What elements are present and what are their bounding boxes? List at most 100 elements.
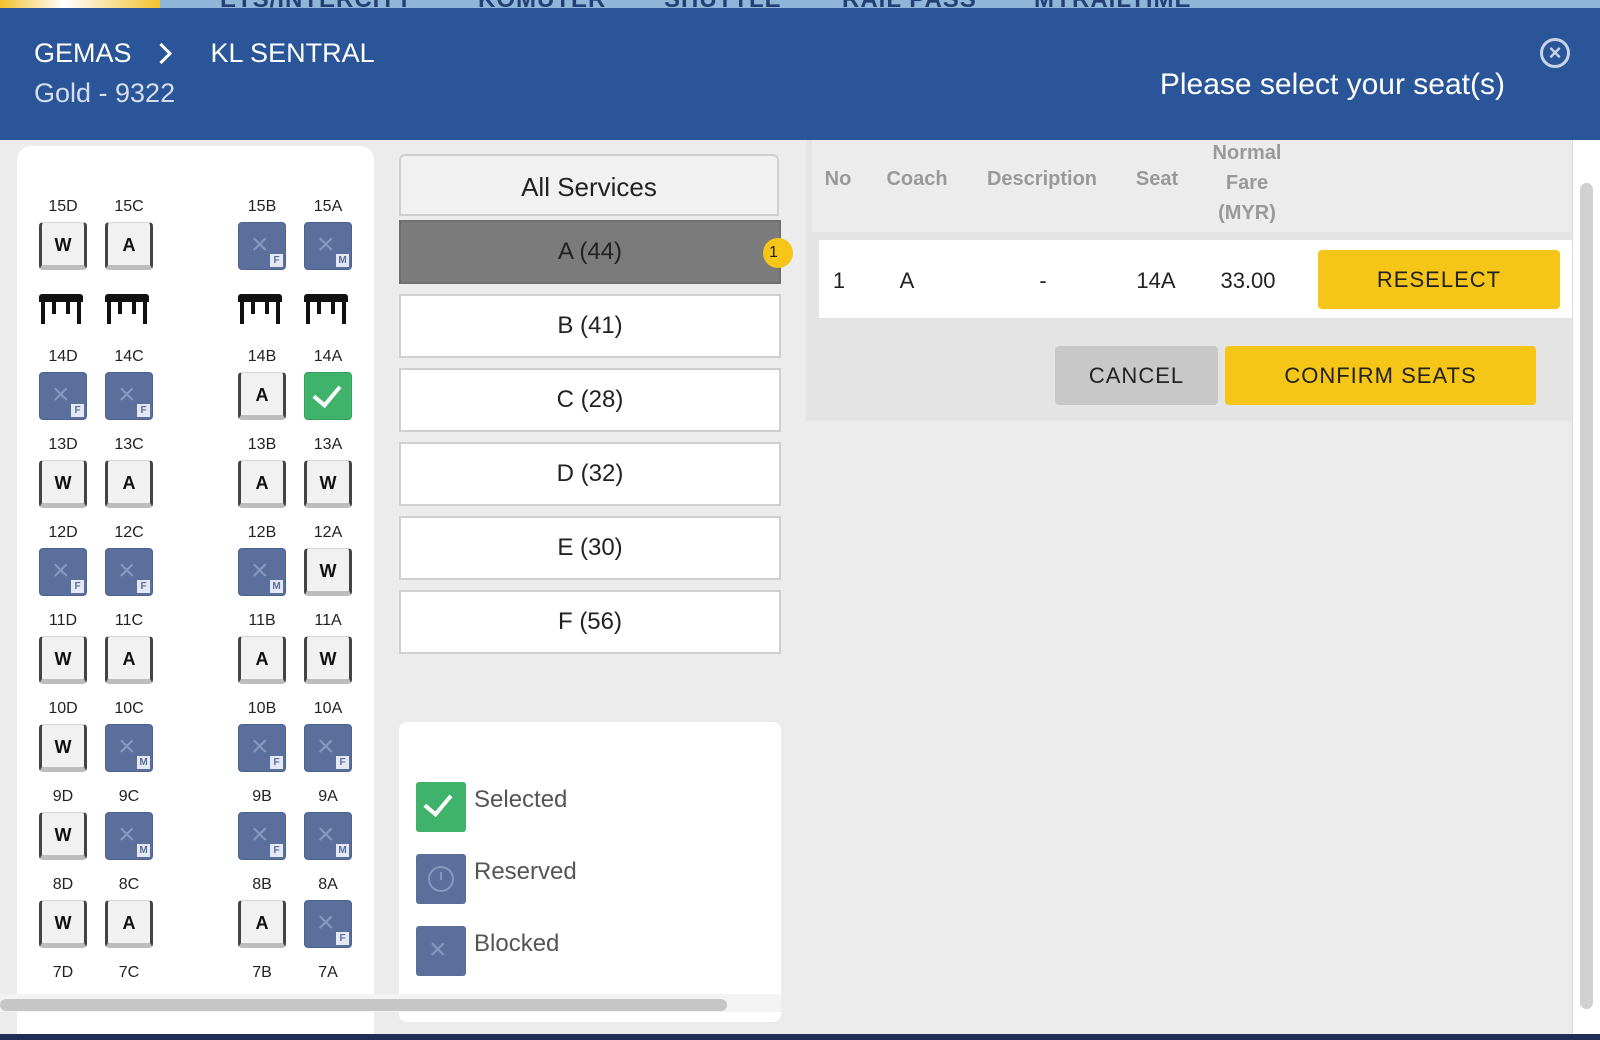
legend-reserved-label: Reserved <box>474 858 577 885</box>
seat-9b: × F <box>238 812 286 860</box>
seat-label-9c: 9C <box>118 788 140 805</box>
seat-11b[interactable]: A <box>238 636 286 684</box>
seat-gender-tag: F <box>137 404 150 417</box>
seat-12b: × M <box>238 548 286 596</box>
seat-label-11a: 11A <box>314 612 342 629</box>
seat-label-11b: 11B <box>248 612 276 629</box>
legend-blocked-label: Blocked <box>474 930 560 957</box>
seat-label-11c: 11C <box>114 612 144 629</box>
seat-8c[interactable]: A <box>105 900 153 948</box>
seat-8d[interactable]: W <box>39 900 87 948</box>
confirm-seats-button[interactable]: CONFIRM SEATS <box>1225 346 1536 405</box>
seat-15c[interactable]: A <box>105 222 153 270</box>
summary-table-header: No Coach Description Seat Normal Fare (M… <box>812 140 1572 232</box>
coach-e-button[interactable]: E (30) <box>399 516 781 580</box>
seat-label-12c: 12C <box>114 524 144 541</box>
cross-icon: × <box>317 818 335 851</box>
seat-label-12b: 12B <box>247 524 277 541</box>
route: GEMAS KL SENTRAL <box>34 38 375 69</box>
seat-gender-tag: F <box>336 932 349 945</box>
clock-icon <box>416 854 466 904</box>
seat-9a: × M <box>304 812 352 860</box>
seat-10c: × M <box>105 724 153 772</box>
seat-label-10c: 10C <box>114 700 144 717</box>
col-seat: Seat <box>1135 168 1179 190</box>
col-fare-line-1: Normal <box>1212 142 1282 164</box>
vertical-scrollbar[interactable] <box>1580 183 1593 1009</box>
seat-13a[interactable]: W <box>304 460 352 508</box>
seat-gender-tag: F <box>270 756 283 769</box>
seat-gender-tag: F <box>137 580 150 593</box>
seat-11d[interactable]: W <box>39 636 87 684</box>
seat-label-15d: 15D <box>48 198 78 215</box>
seat-13b[interactable]: A <box>238 460 286 508</box>
seat-label-10b: 10B <box>247 700 277 717</box>
nav-ets-intercity[interactable]: ETS/INTERCITY <box>220 0 413 8</box>
cross-icon: × <box>317 730 335 763</box>
nav-komuter[interactable]: KOMUTER <box>478 0 606 8</box>
seat-label-10a: 10A <box>313 700 343 717</box>
seat-11c[interactable]: A <box>105 636 153 684</box>
coach-f-button[interactable]: F (56) <box>399 590 781 654</box>
seat-14c: × F <box>105 372 153 420</box>
coach-d-button[interactable]: D (32) <box>399 442 781 506</box>
seat-label-8c: 8C <box>118 876 140 893</box>
seat-13c[interactable]: A <box>105 460 153 508</box>
seat-label-13a: 13A <box>313 436 343 453</box>
seat-9d[interactable]: W <box>39 812 87 860</box>
seat-label-8b: 8B <box>252 876 272 893</box>
seat-label-14b: 14B <box>247 348 277 365</box>
reselect-button[interactable]: RESELECT <box>1318 250 1560 309</box>
nav-myrailtime[interactable]: MYRAILTIME <box>1034 0 1192 8</box>
close-icon[interactable]: × <box>1540 38 1570 68</box>
cancel-button[interactable]: CANCEL <box>1055 346 1218 405</box>
seat-14d: × F <box>39 372 87 420</box>
seat-gender-tag: M <box>137 844 150 857</box>
coach-a-label: A (44) <box>557 238 623 265</box>
nav-rail-pass[interactable]: RAIL PASS <box>842 0 977 8</box>
seat-8b[interactable]: A <box>238 900 286 948</box>
seat-15a: × M <box>304 222 352 270</box>
seat-label-15c: 15C <box>114 198 144 215</box>
seat-label-9d: 9D <box>52 788 74 805</box>
seat-10a: × F <box>304 724 352 772</box>
seat-gender-tag: M <box>270 580 283 593</box>
seat-label-8a: 8A <box>318 876 338 893</box>
chevron-right-icon <box>150 42 172 65</box>
seat-gender-tag: M <box>336 254 349 267</box>
seat-13d[interactable]: W <box>39 460 87 508</box>
modal-header: GEMAS KL SENTRAL Gold - 9322 Please sele… <box>0 8 1600 140</box>
table-icon <box>304 294 348 324</box>
destination-station: KL SENTRAL <box>210 38 375 68</box>
seat-label-9b: 9B <box>252 788 272 805</box>
seat-gender-tag: F <box>270 254 283 267</box>
seat-12a[interactable]: W <box>304 548 352 596</box>
seat-15d[interactable]: W <box>39 222 87 270</box>
seat-label-15b: 15B <box>247 198 277 215</box>
seat-14b[interactable]: A <box>238 372 286 420</box>
row-fare: 33.00 <box>1220 268 1276 293</box>
row-seat: 14A <box>1136 268 1176 293</box>
coach-b-button[interactable]: B (41) <box>399 294 781 358</box>
coach-a-button[interactable]: A (44) 1 <box>399 220 793 284</box>
nav-shuttle[interactable]: SHUTTLE <box>664 0 782 8</box>
seat-label-14a: 14A <box>313 348 343 365</box>
seat-label-7a: 7A <box>318 964 338 981</box>
seat-14a[interactable] <box>304 372 352 420</box>
row-coach: A <box>899 268 915 293</box>
seat-11a[interactable]: W <box>304 636 352 684</box>
page-title: Please select your seat(s) <box>1159 68 1505 101</box>
seat-label-12a: 12A <box>313 524 343 541</box>
horizontal-scrollbar[interactable] <box>0 999 727 1011</box>
seat-15b: × F <box>238 222 286 270</box>
seat-label-14c: 14C <box>114 348 144 365</box>
col-normal-fare: Normal Fare (MYR) <box>1202 138 1292 228</box>
table-icon <box>39 294 83 324</box>
seat-10d[interactable]: W <box>39 724 87 772</box>
selected-count-badge: 1 <box>763 238 793 268</box>
seat-label-7d: 7D <box>52 964 74 981</box>
coach-c-button[interactable]: C (28) <box>399 368 781 432</box>
seat-label-8d: 8D <box>52 876 74 893</box>
legend-selected-label: Selected <box>474 786 568 813</box>
cross-icon: × <box>251 554 269 587</box>
